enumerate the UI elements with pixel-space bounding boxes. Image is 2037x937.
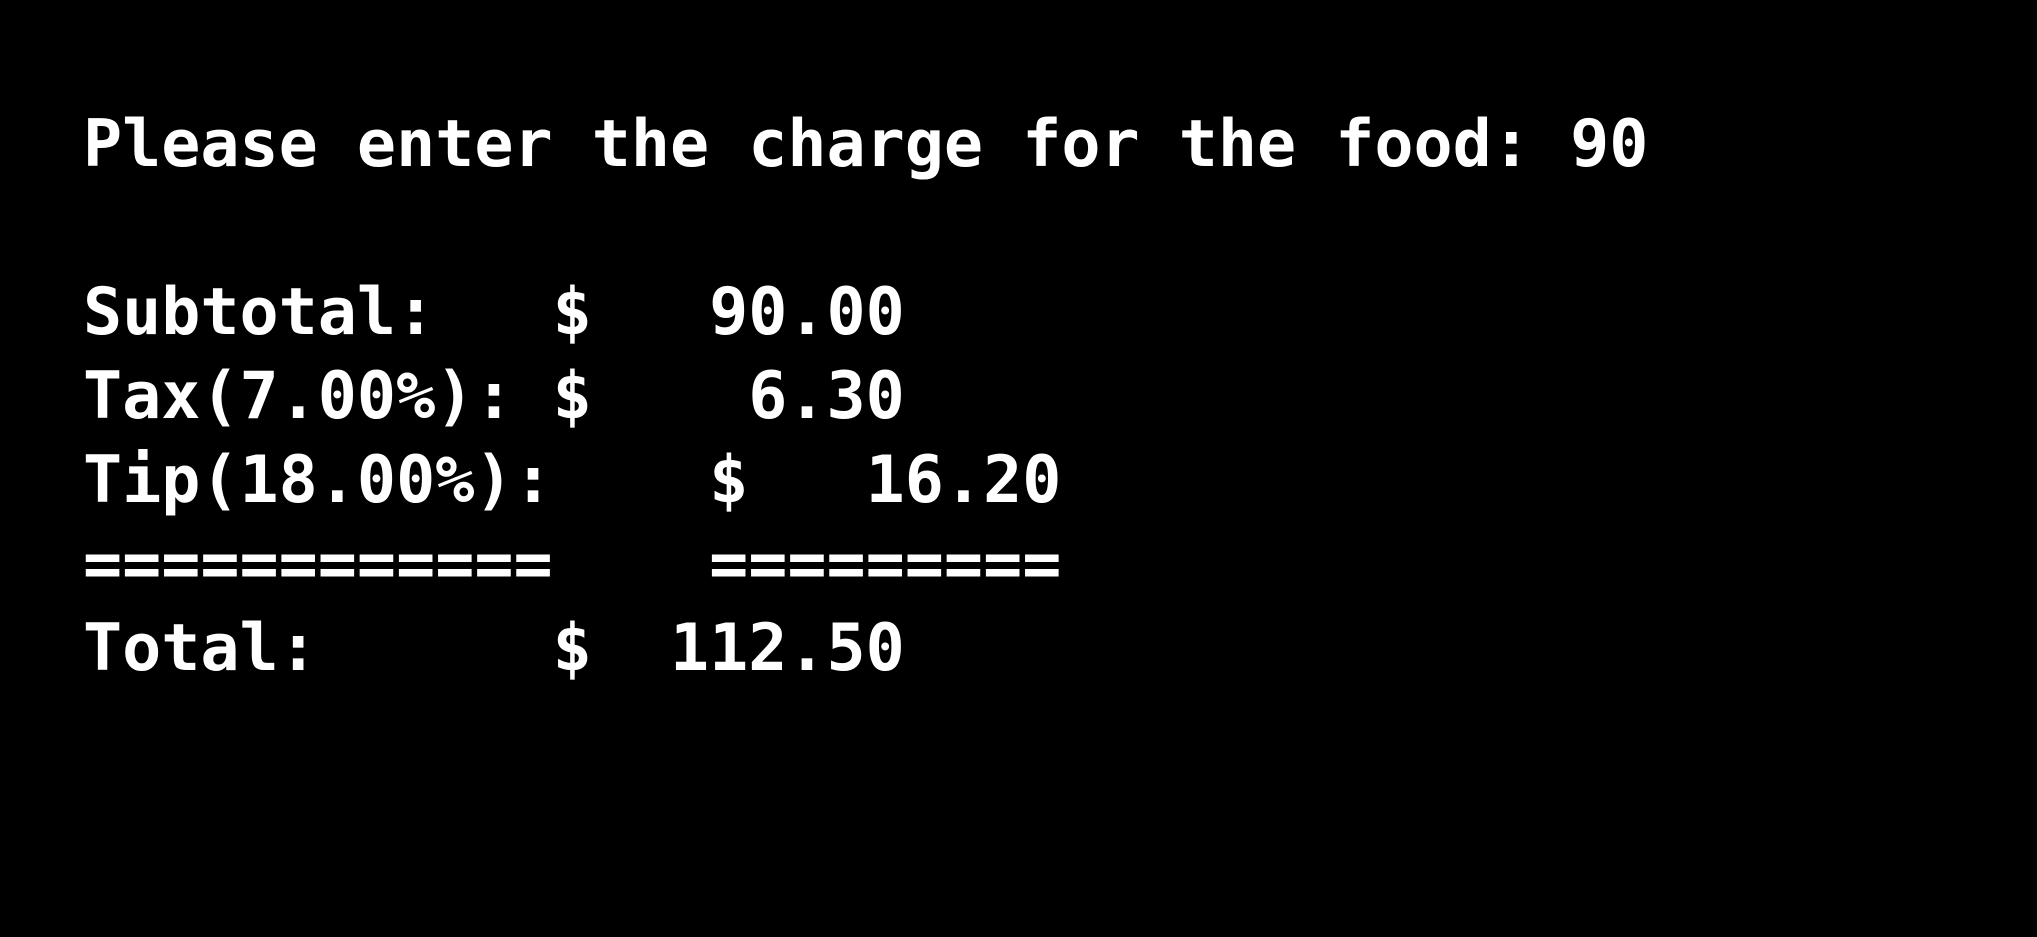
food-charge-prompt: Please enter the charge for the food: 90: [83, 107, 1649, 182]
console-window: Please enter the charge for the food: 90…: [0, 0, 2037, 937]
separator-line: ============ =========: [83, 527, 1062, 602]
tax-line: Tax(7.00%): $ 6.30: [83, 359, 905, 434]
subtotal-line: Subtotal: $ 90.00: [83, 275, 905, 350]
total-line: Total: $ 112.50: [83, 611, 905, 686]
tip-line: Tip(18.00%): $ 16.20: [83, 443, 1062, 518]
